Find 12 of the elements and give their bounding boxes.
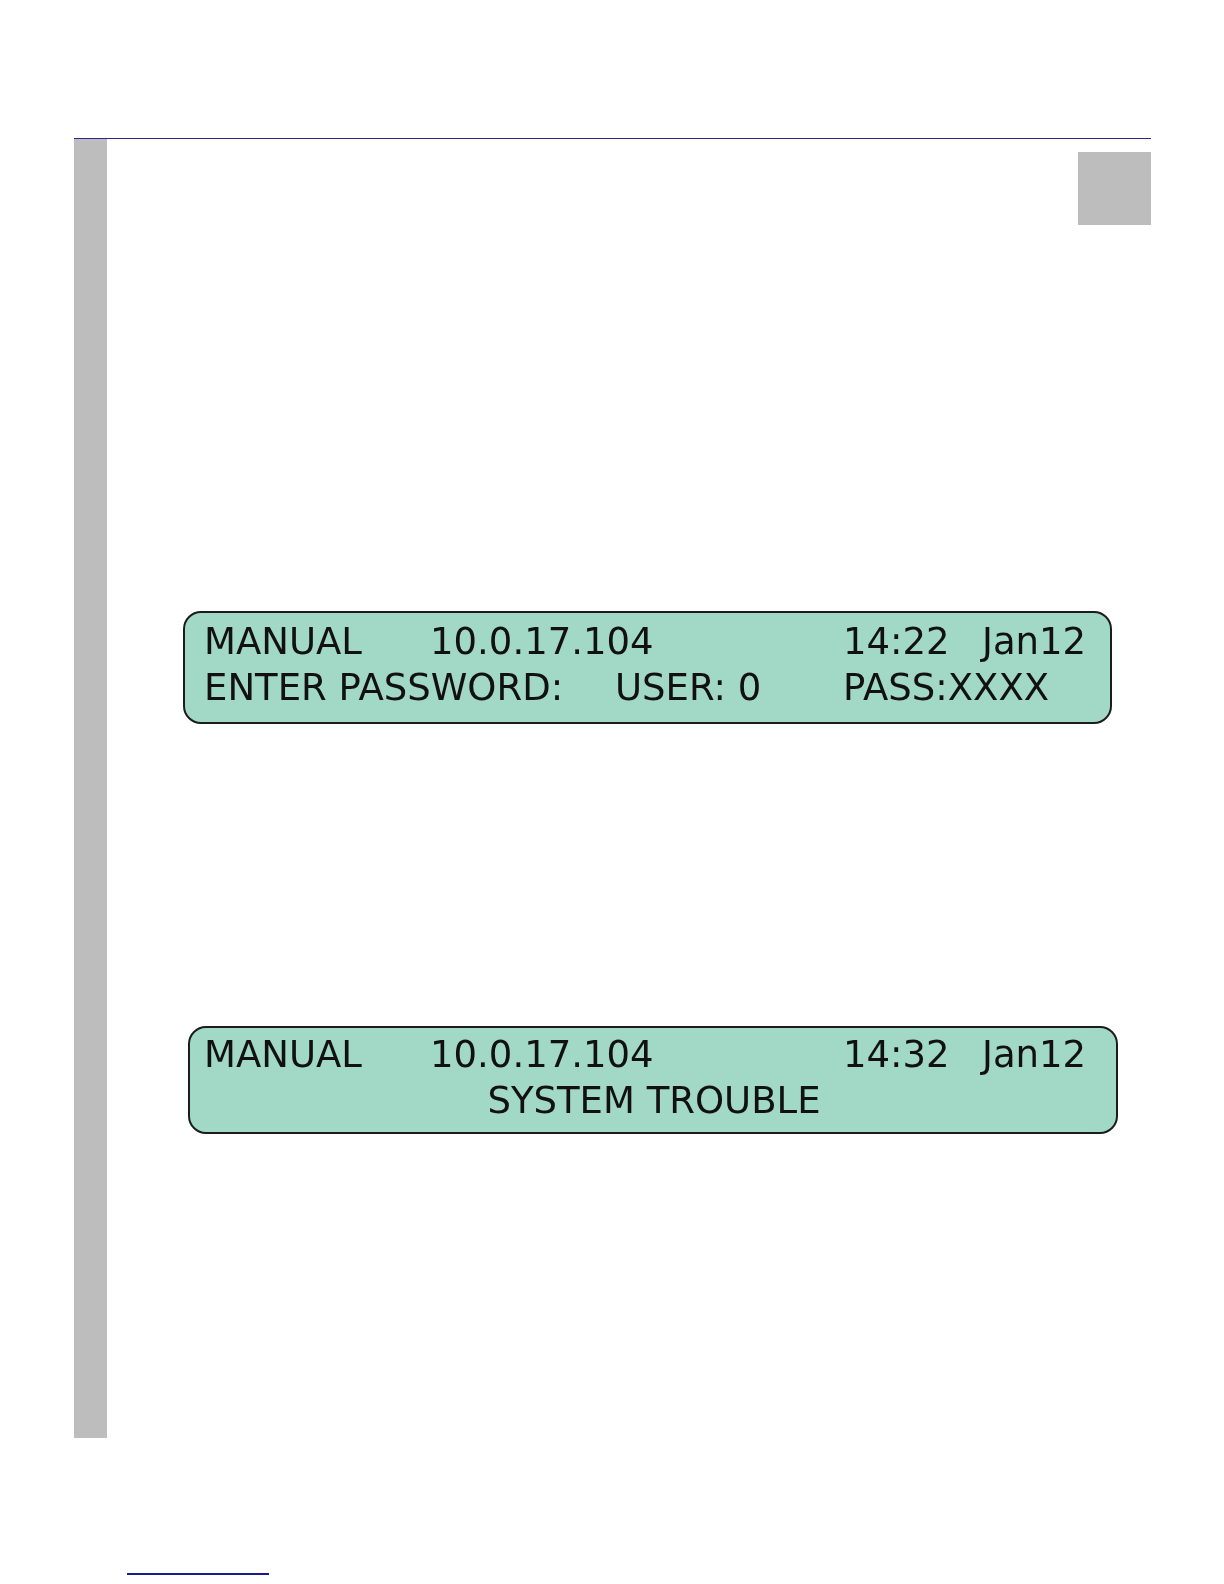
display-text: SYSTEM TROUBLE: [487, 1078, 821, 1124]
display-text: Jan12: [982, 619, 1087, 665]
display-text: PASS:XXXX: [843, 665, 1050, 711]
display-text: Jan12: [982, 1032, 1087, 1078]
display-text: ENTER PASSWORD:: [204, 665, 564, 711]
display-text: 10.0.17.104: [430, 619, 654, 665]
display-text: 10.0.17.104: [430, 1032, 654, 1078]
display-text: MANUAL: [204, 1032, 362, 1078]
display-text: 14:32: [843, 1032, 950, 1078]
display-text: MANUAL: [204, 619, 362, 665]
display-text: 14:22: [843, 619, 950, 665]
display-text: USER: 0: [615, 665, 762, 711]
